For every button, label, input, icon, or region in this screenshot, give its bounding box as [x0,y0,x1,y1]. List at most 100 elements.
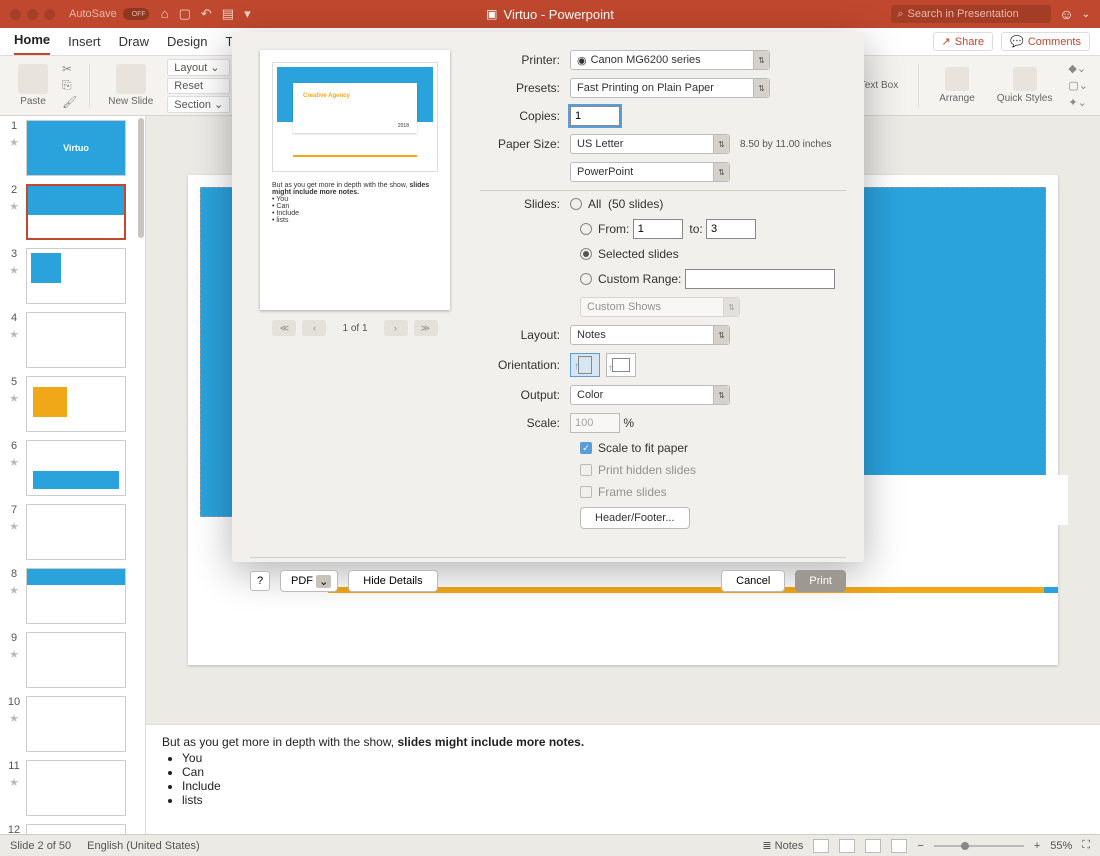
slide-counter[interactable]: Slide 2 of 50 [10,840,71,852]
search-icon: ⌕ [897,8,903,21]
paste-group[interactable]: Paste [12,64,54,107]
check-fit[interactable]: ✓ [580,442,592,454]
star-icon[interactable]: ★ [9,264,19,277]
app-select[interactable]: PowerPoint⇅ [570,162,730,182]
paper-select[interactable]: US Letter⇅ [570,134,730,154]
prev-page-button[interactable]: ‹ [302,320,326,336]
sorter-view-icon[interactable] [839,839,855,853]
next-page-button[interactable]: › [384,320,408,336]
printer-select[interactable]: ◉Canon MG6200 series⇅ [570,50,770,70]
radio-custom[interactable] [580,273,592,285]
tab-insert[interactable]: Insert [68,34,101,55]
star-icon[interactable]: ★ [9,520,19,533]
language-status[interactable]: English (United States) [87,840,200,852]
thumbnail-2[interactable] [26,184,126,240]
hide-details-button[interactable]: Hide Details [348,570,437,592]
layout-select[interactable]: Notes⇅ [570,325,730,345]
tab-design[interactable]: Design [167,34,207,55]
arrange-group[interactable]: Arrange [933,67,981,104]
save-icon[interactable]: ▢ [179,6,191,22]
paper-dim: 8.50 by 11.00 inches [740,139,832,150]
star-icon[interactable]: ★ [9,648,19,661]
tab-home[interactable]: Home [14,32,50,55]
zoom-percent[interactable]: 55% [1050,840,1072,852]
last-page-button[interactable]: ≫ [414,320,438,336]
thumbnail-10[interactable] [26,696,126,752]
thumbnail-3[interactable] [26,248,126,304]
powerpoint-icon: ▣ [486,7,497,21]
star-icon[interactable]: ★ [9,392,19,405]
tab-draw[interactable]: Draw [119,34,149,55]
zoom-slider[interactable] [934,845,1024,847]
reading-view-icon[interactable] [865,839,881,853]
output-select[interactable]: Color⇅ [570,385,730,405]
slideshow-view-icon[interactable] [891,839,907,853]
autosave-toggle[interactable]: AutoSave OFF [69,8,149,20]
thumbnail-9[interactable] [26,632,126,688]
notes-pane[interactable]: But as you get more in depth with the sh… [146,724,1100,834]
star-icon[interactable]: ★ [9,584,19,597]
more-icon[interactable]: ▾ [244,6,251,22]
section-dropdown[interactable]: Section ⌄ [167,96,230,113]
shape-outline-icon[interactable]: ▢⌄ [1068,79,1088,92]
home-icon[interactable]: ⌂ [161,6,169,22]
help-button[interactable]: ? [250,571,270,591]
cancel-button[interactable]: Cancel [721,570,785,592]
to-input[interactable] [706,219,756,239]
notes-toggle[interactable]: ≣ Notes [762,839,803,852]
star-icon[interactable]: ★ [9,776,19,789]
quick-styles-group[interactable]: Quick Styles [991,67,1059,104]
first-page-button[interactable]: ≪ [272,320,296,336]
format-painter-icon[interactable]: 🖌 [62,95,77,109]
thumbnail-5[interactable] [26,376,126,432]
thumbnail-7[interactable] [26,504,126,560]
autosave-off[interactable]: OFF [123,8,149,20]
print-button[interactable]: Print [795,570,846,592]
window-controls[interactable] [10,9,55,20]
star-icon[interactable]: ★ [9,328,19,341]
pdf-dropdown[interactable]: PDF ⌄ [280,570,338,592]
thumbnail-4[interactable] [26,312,126,368]
radio-from[interactable] [580,223,592,235]
orientation-portrait[interactable]: ↑ [570,353,600,377]
thumbnail-6[interactable] [26,440,126,496]
autosave-label: AutoSave [69,8,117,20]
presets-select[interactable]: Fast Printing on Plain Paper⇅ [570,78,770,98]
new-slide-group[interactable]: New Slide [102,64,159,107]
thumbnail-1[interactable]: Virtuo [26,120,126,176]
radio-selected[interactable] [580,248,592,260]
from-input[interactable] [633,219,683,239]
reset-button[interactable]: Reset [167,78,230,94]
cut-icon[interactable]: ✂ [62,62,77,76]
radio-all[interactable] [570,198,582,210]
star-icon[interactable]: ★ [9,136,19,149]
custom-range-input[interactable] [685,269,835,289]
page-indicator: 1 of 1 [342,323,367,334]
feedback-icon[interactable]: ☺ [1059,6,1073,22]
thumbnail-11[interactable] [26,760,126,816]
star-icon[interactable]: ★ [9,200,19,213]
copies-label: Copies: [480,109,570,123]
star-icon[interactable]: ★ [9,456,19,469]
thumbnail-8[interactable] [26,568,126,624]
thumbnail-12[interactable] [26,824,126,834]
share-button[interactable]: ↗Share [933,32,994,51]
comments-button[interactable]: 💬Comments [1001,32,1090,51]
doc-icon[interactable]: ▤ [222,6,234,22]
undo-icon[interactable]: ↶ [201,6,212,22]
shape-effects-icon[interactable]: ✦⌄ [1068,96,1088,109]
copies-input[interactable] [570,106,620,126]
orientation-landscape[interactable]: ↑ [606,353,636,377]
zoom-out-icon[interactable]: − [917,840,923,852]
normal-view-icon[interactable] [813,839,829,853]
layout-dropdown[interactable]: Layout ⌄ [167,59,230,76]
search-input[interactable]: ⌕ Search in Presentation [891,5,1051,23]
zoom-in-icon[interactable]: + [1034,840,1040,852]
fit-icon[interactable]: ⛶ [1082,839,1090,852]
shape-fill-icon[interactable]: ◆⌄ [1068,62,1088,75]
header-footer-button[interactable]: Header/Footer... [580,507,690,529]
scrollbar-thumb[interactable] [138,118,144,238]
dropdown-icon[interactable]: ⌄ [1082,9,1090,20]
copy-icon[interactable]: ⎘ [62,78,77,93]
star-icon[interactable]: ★ [9,712,19,725]
